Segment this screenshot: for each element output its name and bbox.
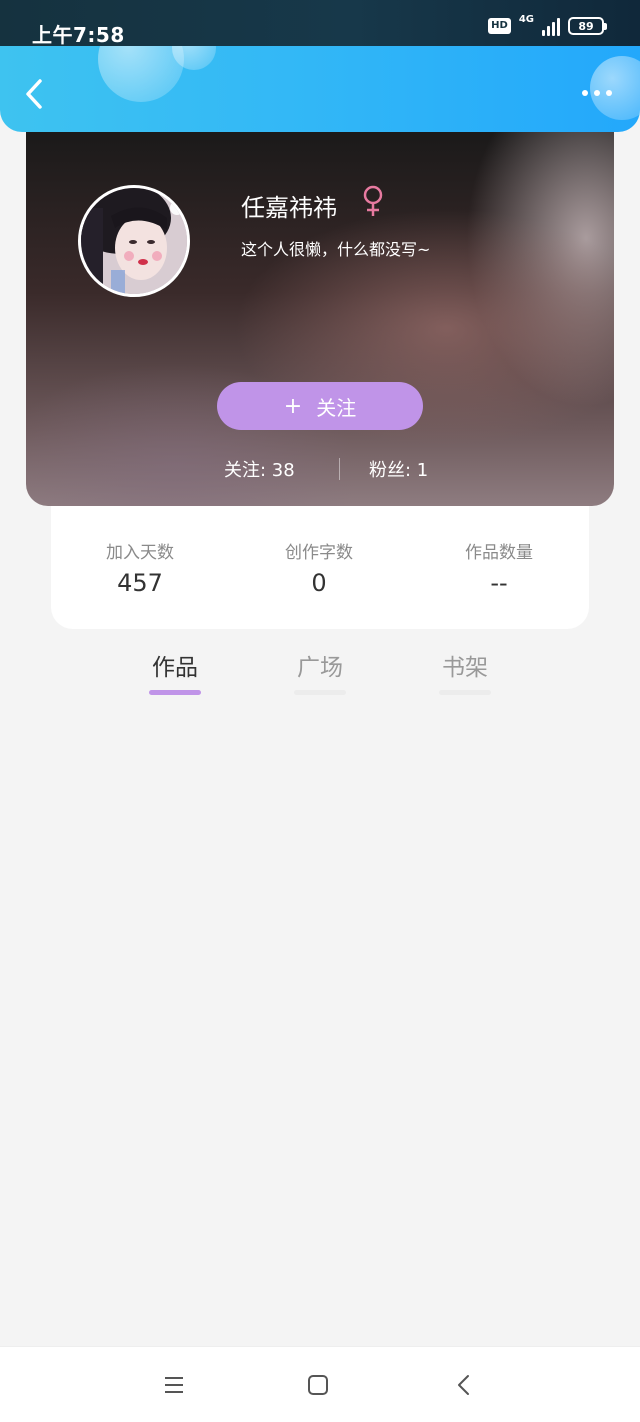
content-tabs: 作品 广场 书架 bbox=[0, 648, 640, 698]
more-button[interactable] bbox=[582, 90, 612, 96]
stat-works-count: 作品数量 -- bbox=[419, 538, 579, 597]
battery-icon: 89 bbox=[568, 17, 607, 35]
stat-join-days: 加入天数 457 bbox=[60, 538, 220, 597]
stat-label: 作品数量 bbox=[465, 543, 533, 563]
stat-label: 创作字数 bbox=[285, 543, 353, 563]
tab-label: 广场 bbox=[297, 655, 343, 681]
decor-bubble bbox=[98, 46, 184, 102]
decor-bubble bbox=[590, 56, 640, 120]
count-divider bbox=[339, 458, 340, 480]
status-time: 上午7:58 bbox=[32, 23, 125, 47]
tab-indicator bbox=[439, 690, 491, 695]
tab-indicator bbox=[294, 690, 346, 695]
tab-works[interactable]: 作品 bbox=[135, 648, 215, 695]
following-count[interactable]: 关注: 38 bbox=[224, 456, 295, 482]
plus-icon: + bbox=[283, 393, 303, 419]
tab-indicator bbox=[149, 690, 201, 695]
fans-count[interactable]: 粉丝: 1 bbox=[369, 456, 428, 482]
tab-label: 书架 bbox=[442, 655, 488, 681]
system-nav-bar bbox=[0, 1346, 640, 1422]
back-button[interactable] bbox=[20, 76, 50, 112]
stat-label: 加入天数 bbox=[106, 543, 174, 563]
app-header bbox=[0, 46, 640, 132]
stat-value: 457 bbox=[117, 569, 163, 597]
home-icon[interactable] bbox=[306, 1373, 330, 1397]
stats-card: 加入天数 457 创作字数 0 作品数量 -- bbox=[51, 506, 589, 629]
stat-value: -- bbox=[490, 569, 508, 597]
bio-text: 这个人很懒，什么都没写~ bbox=[241, 240, 431, 259]
network-type: 4G bbox=[518, 14, 534, 25]
status-icons: HD 4G 89 bbox=[488, 14, 607, 36]
menu-icon[interactable] bbox=[162, 1373, 186, 1397]
tab-plaza[interactable]: 广场 bbox=[280, 648, 360, 695]
tab-bookshelf[interactable]: 书架 bbox=[425, 648, 505, 695]
battery-level: 89 bbox=[578, 19, 594, 33]
stat-word-count: 创作字数 0 bbox=[239, 538, 399, 597]
username: 任嘉祎祎 bbox=[241, 194, 337, 222]
hd-icon: HD bbox=[488, 18, 511, 34]
back-icon[interactable] bbox=[452, 1373, 476, 1397]
profile-page: 上午7:58 HD 4G 89 任嘉祎祎 这个人很懒，什么都没写~ + 关注 关… bbox=[0, 0, 640, 1422]
follow-label: 关注 bbox=[316, 395, 357, 420]
stat-value: 0 bbox=[311, 569, 327, 597]
profile-card: 任嘉祎祎 这个人很懒，什么都没写~ + 关注 关注: 38 粉丝: 1 bbox=[26, 118, 614, 506]
more-dot bbox=[606, 90, 612, 96]
avatar[interactable] bbox=[78, 185, 190, 297]
more-dot bbox=[582, 90, 588, 96]
female-gender-icon bbox=[363, 185, 383, 216]
tab-label: 作品 bbox=[152, 655, 198, 681]
follow-button[interactable]: + 关注 bbox=[217, 382, 423, 430]
more-dot bbox=[594, 90, 600, 96]
signal-icon bbox=[542, 16, 560, 36]
